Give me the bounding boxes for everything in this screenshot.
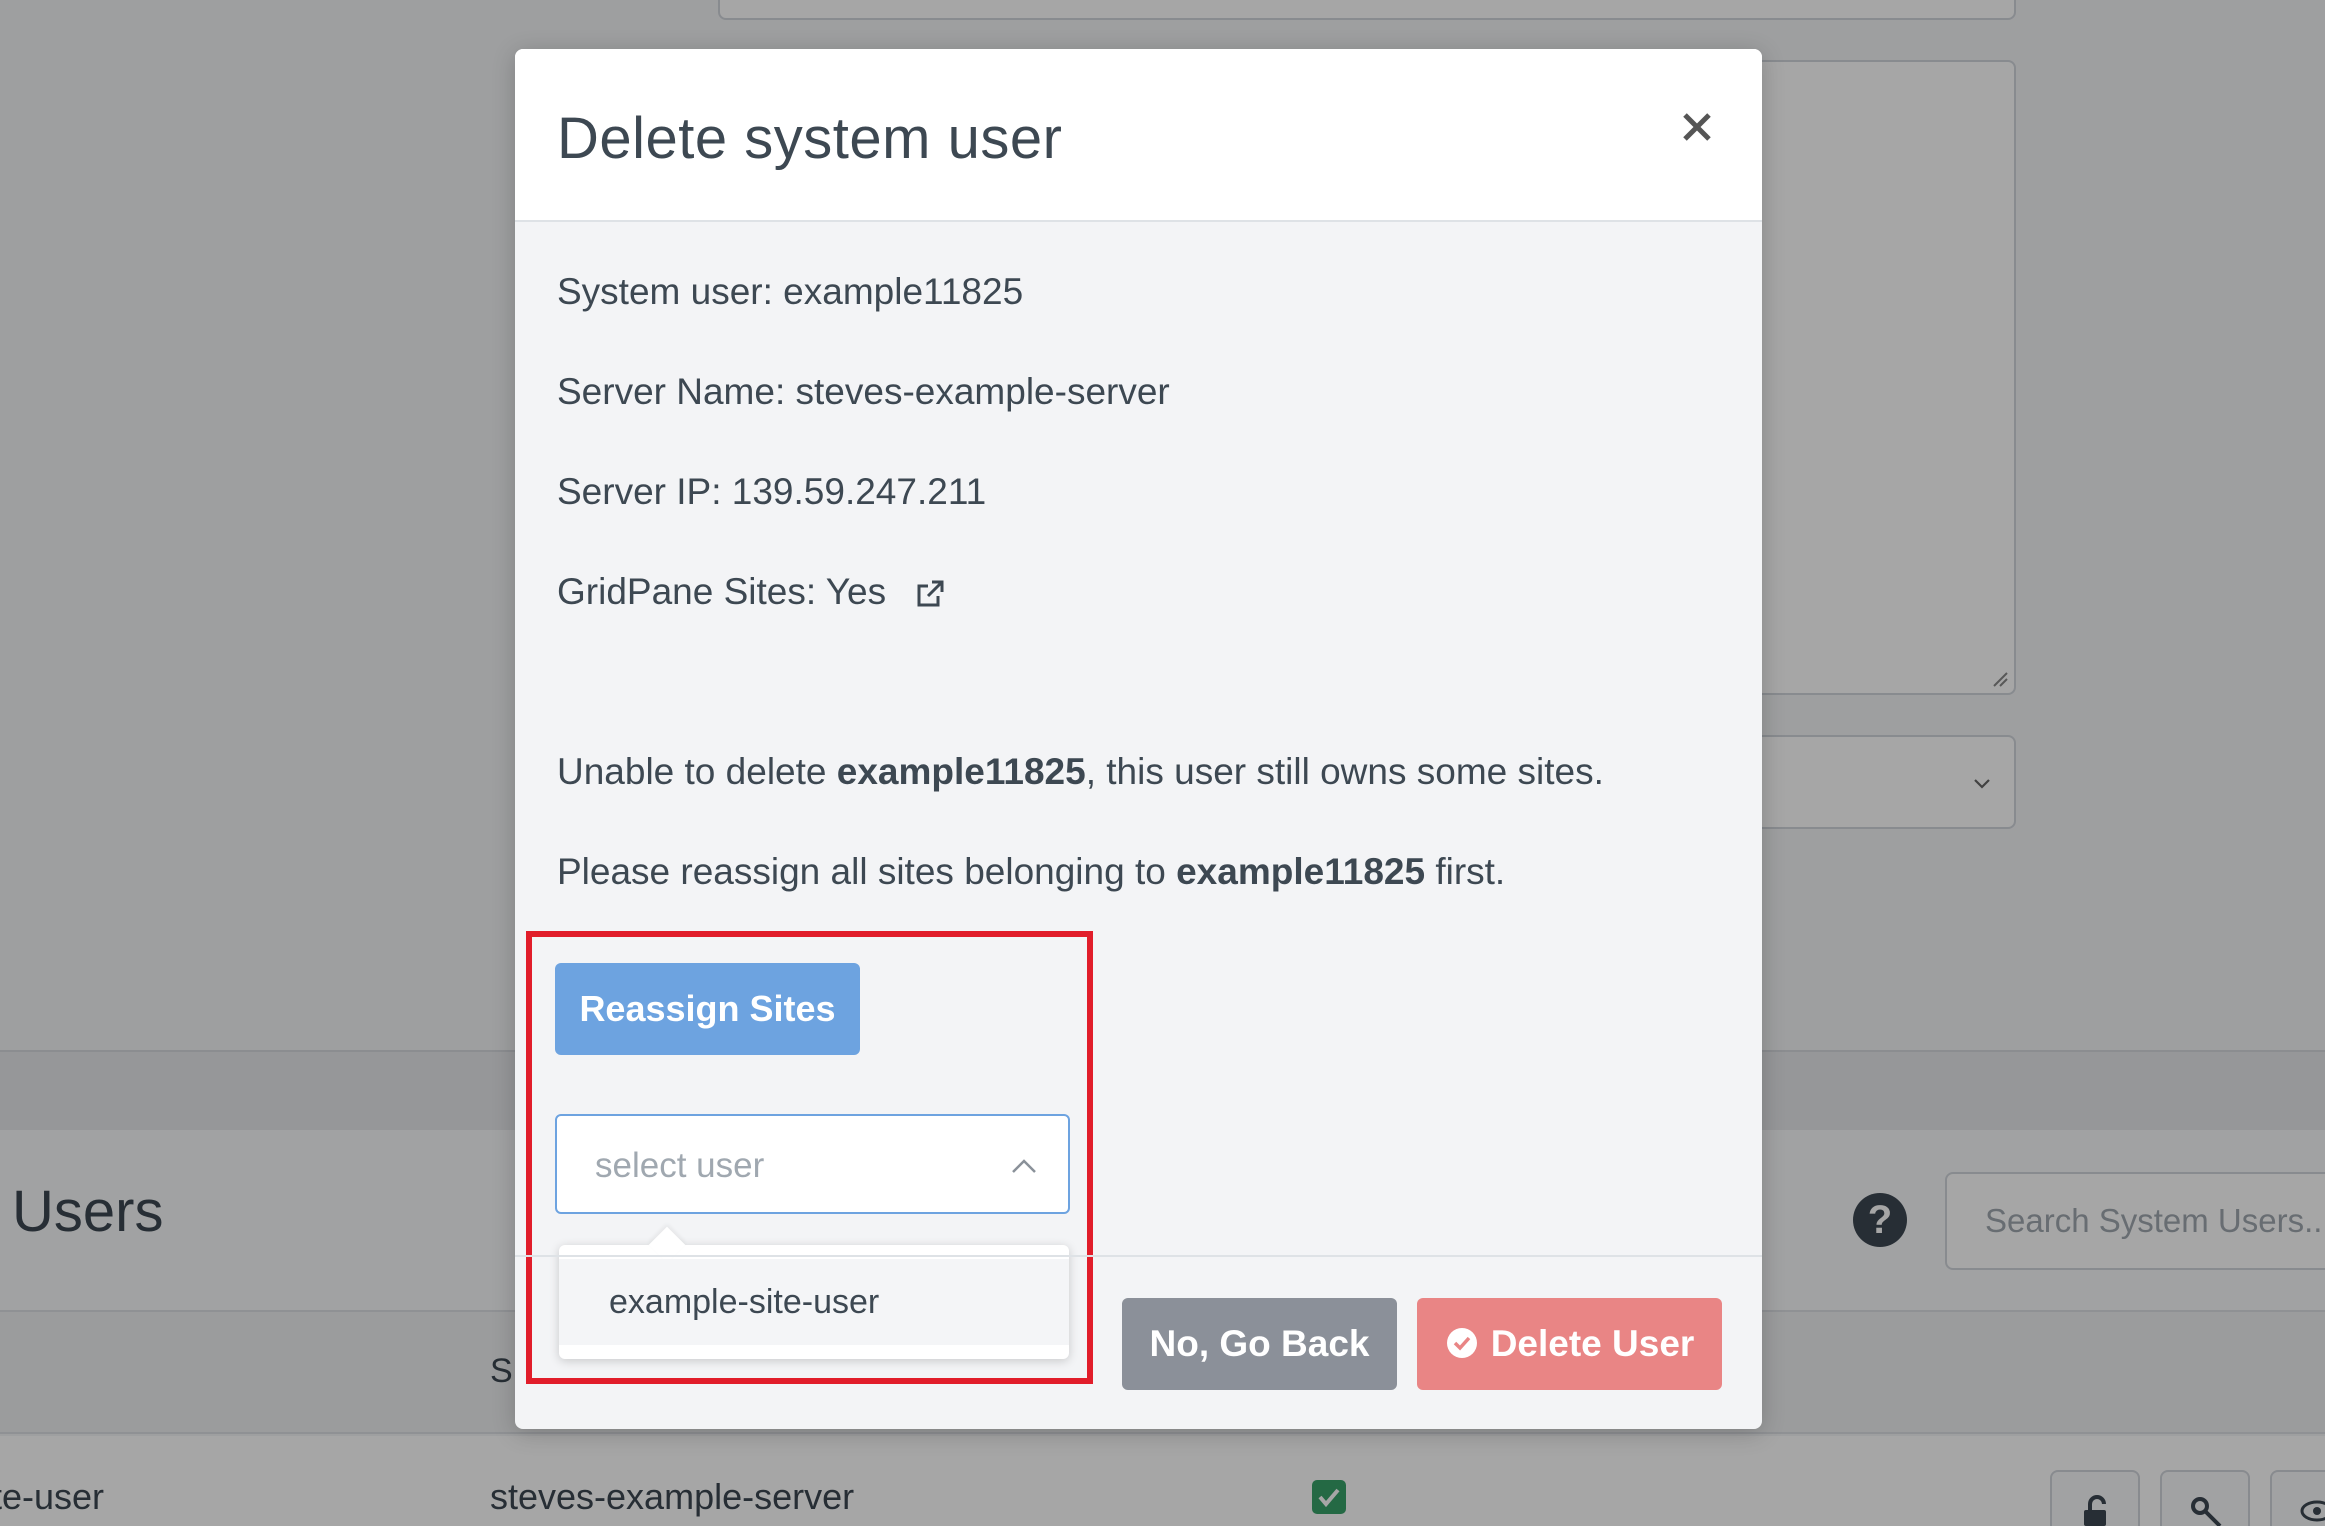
modal-footer-divider <box>515 1255 1762 1257</box>
close-button[interactable] <box>1674 104 1720 150</box>
info-system-user: System user: example11825 <box>557 271 1024 312</box>
dropdown-caret <box>648 1226 686 1264</box>
message-text: Unable to delete <box>557 751 837 792</box>
check-circle-icon <box>1446 1328 1477 1359</box>
message-text: , this user still owns some sites. <box>1085 751 1604 792</box>
delete-user-label: Delete User <box>1490 1323 1695 1364</box>
select-user-options: example-site-user <box>559 1226 1069 1359</box>
close-icon <box>1683 113 1711 141</box>
message-username: example11825 <box>1176 851 1426 892</box>
delete-user-button[interactable]: Delete User <box>1417 1298 1722 1390</box>
unable-to-delete-message: Unable to delete example11825, this user… <box>557 751 1604 793</box>
info-gridpane-sites-row: GridPane Sites: Yes <box>557 571 946 613</box>
info-server-ip: Server IP: 139.59.247.211 <box>557 471 987 512</box>
reassign-sites-button[interactable]: Reassign Sites <box>555 963 860 1055</box>
chevron-up-icon <box>1012 1159 1036 1173</box>
message-username: example11825 <box>836 751 1086 792</box>
message-text: Please reassign all sites belonging to <box>557 851 1177 892</box>
modal-title: Delete system user <box>557 106 1063 171</box>
reassign-instruction-message: Please reassign all sites belonging to e… <box>557 851 1505 893</box>
select-option-example-site-user[interactable]: example-site-user <box>559 1259 1069 1345</box>
delete-system-user-modal: Delete system user System user: example1… <box>515 49 1762 1429</box>
go-back-button[interactable]: No, Go Back <box>1122 1298 1397 1390</box>
info-server-name: Server Name: steves-example-server <box>557 371 1170 412</box>
info-gridpane-sites: GridPane Sites: Yes <box>557 571 887 612</box>
select-user-placeholder: select user <box>595 1146 765 1185</box>
external-link-icon[interactable] <box>914 578 946 610</box>
message-text: first. <box>1425 851 1506 892</box>
select-user-dropdown[interactable]: select user <box>555 1114 1070 1214</box>
modal-header: Delete system user <box>515 49 1762 222</box>
